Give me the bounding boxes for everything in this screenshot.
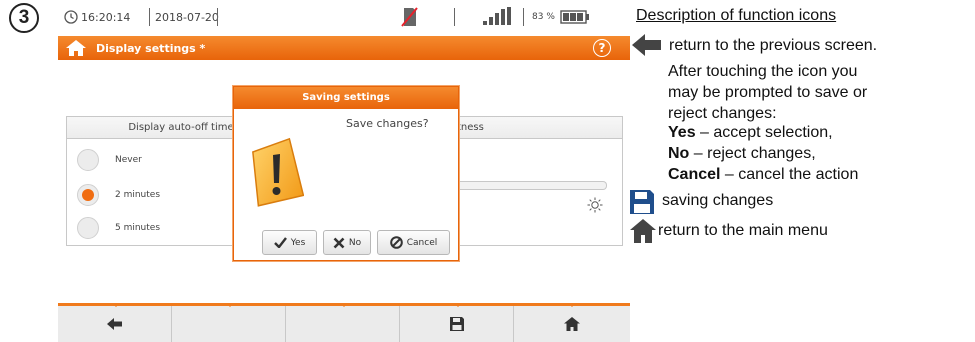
radio-button-selected[interactable]	[77, 184, 99, 206]
yes-button-label: Yes	[290, 237, 306, 248]
back-button[interactable]	[58, 306, 172, 342]
paragraph-line: may be prompted to save or	[668, 82, 969, 103]
radio-label: 5 minutes	[115, 223, 161, 233]
radio-label: Never	[115, 155, 142, 165]
radio-option-2-minutes[interactable]: 2 minutes	[77, 184, 160, 206]
home-icon	[564, 317, 580, 331]
paragraph-line-text: reject changes:	[668, 105, 777, 122]
checkmark-icon	[273, 237, 287, 248]
back-arrow-icon	[632, 34, 661, 56]
option-cancel: Cancel – cancel the action	[668, 166, 858, 184]
signal-strength-icon	[483, 7, 511, 25]
cancel-button-label: Cancel	[406, 237, 438, 248]
no-button-label: No	[348, 237, 362, 248]
device-screen: 16:20:14 2018-07-20 83 % Display setting…	[58, 0, 630, 342]
description-title: Description of function icons	[636, 7, 837, 24]
empty-toolbar-button	[172, 306, 286, 342]
page-title: Display settings *	[96, 42, 206, 55]
step-number: 3	[9, 3, 39, 33]
x-icon	[333, 237, 345, 248]
back-description: return to the previous screen.	[669, 37, 878, 54]
radio-option-5-minutes[interactable]: 5 minutes	[77, 217, 160, 239]
save-icon	[630, 190, 654, 214]
back-description-details: After touching the icon you may be promp…	[668, 61, 969, 124]
radio-label: 2 minutes	[115, 190, 161, 200]
brightness-panel: tness	[456, 116, 623, 246]
dialog-title: Saving settings	[234, 87, 458, 109]
tab-notch	[340, 303, 348, 307]
home-button[interactable]	[514, 306, 630, 342]
paragraph-line-text: may be prompted to save or	[668, 84, 868, 101]
home-icon	[630, 219, 656, 243]
yes-button[interactable]: Yes	[262, 230, 317, 255]
brightness-header-label: tness	[457, 122, 484, 133]
save-settings-dialog: Saving settings Save changes? Yes No Can…	[233, 86, 459, 261]
divider	[523, 8, 524, 26]
save-icon	[449, 317, 464, 331]
tab-notch	[454, 303, 462, 307]
home-description: return to the main menu	[658, 222, 828, 239]
title-bar: Display settings * ?	[58, 36, 630, 60]
option-text: – accept selection,	[700, 124, 833, 141]
tab-notch	[112, 303, 120, 307]
battery-icon	[560, 10, 589, 24]
paragraph-line-text: After touching the icon you	[668, 63, 858, 80]
divider	[454, 8, 455, 26]
paragraph-line: reject changes:	[668, 103, 969, 124]
save-button[interactable]	[400, 306, 514, 342]
brightness-slider[interactable]	[457, 181, 607, 190]
no-sd-card-icon	[401, 7, 418, 27]
brightness-header: tness	[457, 117, 622, 139]
sun-icon	[587, 197, 603, 213]
tab-notch	[568, 303, 576, 307]
divider	[149, 8, 150, 26]
clock-icon	[64, 10, 78, 24]
option-yes: Yes – accept selection,	[668, 124, 833, 142]
cancel-button[interactable]: Cancel	[377, 230, 450, 255]
option-text: – reject changes,	[693, 145, 816, 162]
home-icon[interactable]	[65, 39, 87, 57]
status-bar: 16:20:14 2018-07-20 83 %	[58, 0, 630, 36]
radio-button[interactable]	[77, 217, 99, 239]
back-arrow-icon	[106, 318, 122, 330]
divider	[217, 8, 218, 26]
status-time: 16:20:14	[81, 11, 131, 24]
tab-notch	[226, 303, 234, 307]
battery-percent: 83 %	[532, 12, 555, 22]
option-text: – cancel the action	[724, 166, 859, 183]
no-button[interactable]: No	[323, 230, 371, 255]
option-key: No	[668, 145, 690, 162]
warning-icon	[252, 137, 304, 207]
radio-button[interactable]	[77, 149, 99, 171]
empty-toolbar-button	[286, 306, 400, 342]
status-date: 2018-07-20	[155, 11, 219, 24]
option-no: No – reject changes,	[668, 145, 816, 163]
paragraph-line: After touching the icon you	[668, 61, 969, 82]
help-icon[interactable]: ?	[593, 39, 611, 57]
cancel-icon	[389, 236, 403, 249]
option-key: Cancel	[668, 166, 721, 183]
bottom-toolbar	[58, 303, 630, 342]
save-description: saving changes	[662, 192, 774, 209]
radio-option-never[interactable]: Never	[77, 149, 142, 171]
dialog-message: Save changes?	[346, 117, 429, 130]
option-key: Yes	[668, 124, 696, 141]
